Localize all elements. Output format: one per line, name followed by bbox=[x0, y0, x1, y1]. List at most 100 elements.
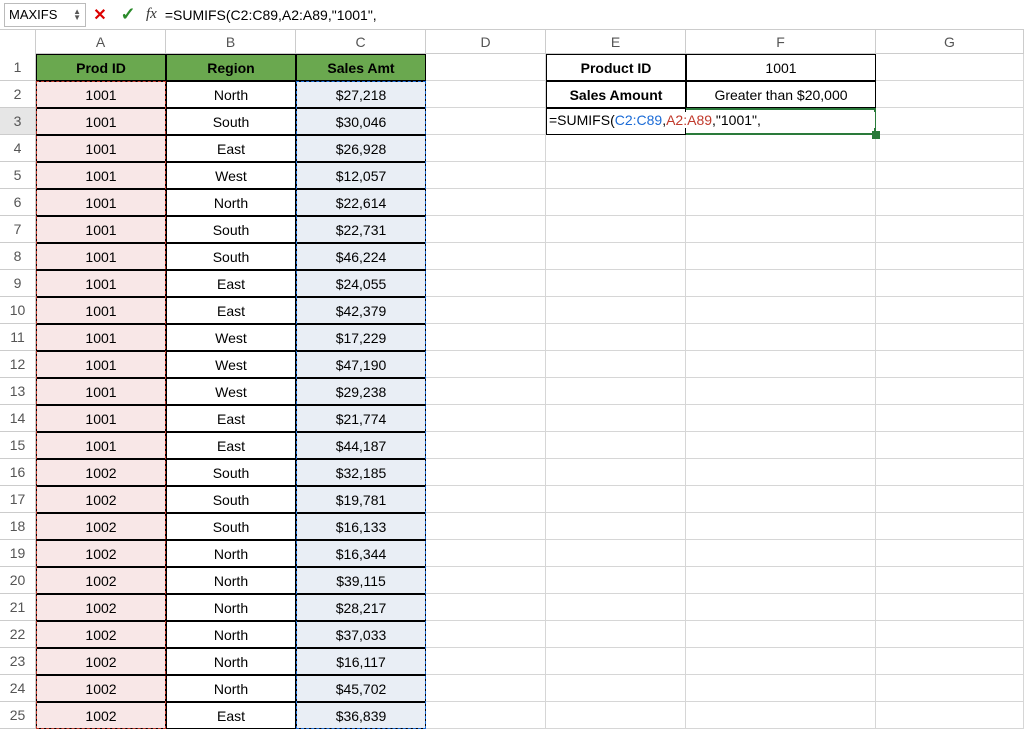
cell-empty[interactable] bbox=[546, 702, 686, 729]
cell-empty[interactable] bbox=[686, 432, 876, 459]
row-header[interactable]: 6 bbox=[0, 189, 36, 216]
cell-sales[interactable]: $44,187 bbox=[296, 432, 426, 459]
cell-prodid[interactable]: 1002 bbox=[36, 567, 166, 594]
row-header[interactable]: 11 bbox=[0, 324, 36, 351]
cell-empty[interactable] bbox=[686, 405, 876, 432]
cell-prodid[interactable]: 1002 bbox=[36, 648, 166, 675]
cell-empty[interactable] bbox=[876, 513, 1024, 540]
cell-sales[interactable]: $45,702 bbox=[296, 675, 426, 702]
cell-prodid[interactable]: 1001 bbox=[36, 351, 166, 378]
cell-empty[interactable] bbox=[546, 378, 686, 405]
col-header-g[interactable]: G bbox=[876, 30, 1024, 54]
cell-empty[interactable] bbox=[686, 540, 876, 567]
cell-empty[interactable] bbox=[546, 675, 686, 702]
row-header[interactable]: 18 bbox=[0, 513, 36, 540]
cell-region[interactable]: West bbox=[166, 378, 296, 405]
cell-empty[interactable] bbox=[426, 405, 546, 432]
cell-empty[interactable] bbox=[686, 594, 876, 621]
row-header[interactable]: 5 bbox=[0, 162, 36, 189]
cell-prodid[interactable]: 1001 bbox=[36, 216, 166, 243]
cell-empty[interactable] bbox=[876, 270, 1024, 297]
cell-empty[interactable] bbox=[426, 54, 546, 81]
cell-prodid[interactable]: 1002 bbox=[36, 459, 166, 486]
cell-region[interactable]: North bbox=[166, 540, 296, 567]
cell-region[interactable]: South bbox=[166, 513, 296, 540]
row-header[interactable]: 8 bbox=[0, 243, 36, 270]
row-header[interactable]: 19 bbox=[0, 540, 36, 567]
cell-empty[interactable] bbox=[426, 594, 546, 621]
col-header-f[interactable]: F bbox=[686, 30, 876, 54]
cell-empty[interactable] bbox=[546, 189, 686, 216]
cell-empty[interactable] bbox=[546, 351, 686, 378]
cell-sales[interactable]: $16,344 bbox=[296, 540, 426, 567]
cell-region[interactable]: East bbox=[166, 405, 296, 432]
row-header[interactable]: 25 bbox=[0, 702, 36, 729]
cell-empty[interactable] bbox=[426, 702, 546, 729]
cell-empty[interactable] bbox=[686, 297, 876, 324]
cell-sales[interactable]: $46,224 bbox=[296, 243, 426, 270]
cell-empty[interactable] bbox=[686, 486, 876, 513]
cell-empty[interactable] bbox=[686, 702, 876, 729]
cell-sales[interactable]: $16,117 bbox=[296, 648, 426, 675]
cell-region[interactable]: North bbox=[166, 189, 296, 216]
cell-prodid[interactable]: 1002 bbox=[36, 513, 166, 540]
cell-empty[interactable] bbox=[546, 459, 686, 486]
cell-prodid[interactable]: 1002 bbox=[36, 702, 166, 729]
cell-prodid[interactable]: 1002 bbox=[36, 594, 166, 621]
name-box-stepper[interactable]: ▲ ▼ bbox=[73, 9, 81, 21]
row-header[interactable]: 21 bbox=[0, 594, 36, 621]
name-box[interactable]: MAXIFS ▲ ▼ bbox=[4, 3, 86, 27]
cell-empty[interactable] bbox=[876, 216, 1024, 243]
cell-empty[interactable] bbox=[686, 135, 876, 162]
row-header[interactable]: 12 bbox=[0, 351, 36, 378]
cell-region[interactable]: South bbox=[166, 486, 296, 513]
cell-empty[interactable] bbox=[426, 81, 546, 108]
cell-empty[interactable] bbox=[546, 270, 686, 297]
cell-sales[interactable]: $17,229 bbox=[296, 324, 426, 351]
header-sales-amt[interactable]: Sales Amt bbox=[296, 54, 426, 81]
cell-empty[interactable] bbox=[876, 675, 1024, 702]
cell-sales[interactable]: $36,839 bbox=[296, 702, 426, 729]
cell-sales[interactable]: $19,781 bbox=[296, 486, 426, 513]
fx-icon[interactable]: fx bbox=[146, 6, 157, 23]
cell-prodid[interactable]: 1001 bbox=[36, 324, 166, 351]
cell-sales[interactable]: $39,115 bbox=[296, 567, 426, 594]
cell-empty[interactable] bbox=[686, 648, 876, 675]
cell-empty[interactable] bbox=[876, 540, 1024, 567]
cell-empty[interactable] bbox=[876, 378, 1024, 405]
cell-empty[interactable] bbox=[426, 621, 546, 648]
cell-region[interactable]: East bbox=[166, 702, 296, 729]
cell-empty[interactable] bbox=[426, 297, 546, 324]
row-header[interactable]: 20 bbox=[0, 567, 36, 594]
cell-sales[interactable]: $29,238 bbox=[296, 378, 426, 405]
cell-empty[interactable] bbox=[686, 243, 876, 270]
cell-prodid[interactable]: 1002 bbox=[36, 621, 166, 648]
cell-sales[interactable]: $26,928 bbox=[296, 135, 426, 162]
header-prod-id[interactable]: Prod ID bbox=[36, 54, 166, 81]
row-header[interactable]: 10 bbox=[0, 297, 36, 324]
cell-empty[interactable] bbox=[426, 675, 546, 702]
cell-empty[interactable] bbox=[876, 459, 1024, 486]
row-header[interactable]: 3 bbox=[0, 108, 36, 135]
cell-sales[interactable]: $12,057 bbox=[296, 162, 426, 189]
cell-sales[interactable]: $47,190 bbox=[296, 351, 426, 378]
cell-empty[interactable] bbox=[426, 567, 546, 594]
cell-empty[interactable] bbox=[546, 243, 686, 270]
cell-empty[interactable] bbox=[546, 405, 686, 432]
cell-empty[interactable] bbox=[876, 621, 1024, 648]
cell-empty[interactable] bbox=[876, 108, 1024, 135]
header-region[interactable]: Region bbox=[166, 54, 296, 81]
cell-empty[interactable] bbox=[426, 648, 546, 675]
formula-input[interactable] bbox=[161, 3, 1024, 27]
col-header-a[interactable]: A bbox=[36, 30, 166, 54]
cell-region[interactable]: North bbox=[166, 648, 296, 675]
row-header[interactable]: 17 bbox=[0, 486, 36, 513]
cell-prodid[interactable]: 1001 bbox=[36, 135, 166, 162]
cell-prodid[interactable]: 1001 bbox=[36, 81, 166, 108]
cell-empty[interactable] bbox=[426, 270, 546, 297]
cell-empty[interactable] bbox=[426, 351, 546, 378]
cell-empty[interactable] bbox=[876, 189, 1024, 216]
select-all-corner[interactable] bbox=[0, 30, 36, 54]
cell-prodid[interactable]: 1001 bbox=[36, 432, 166, 459]
cell-region[interactable]: South bbox=[166, 216, 296, 243]
